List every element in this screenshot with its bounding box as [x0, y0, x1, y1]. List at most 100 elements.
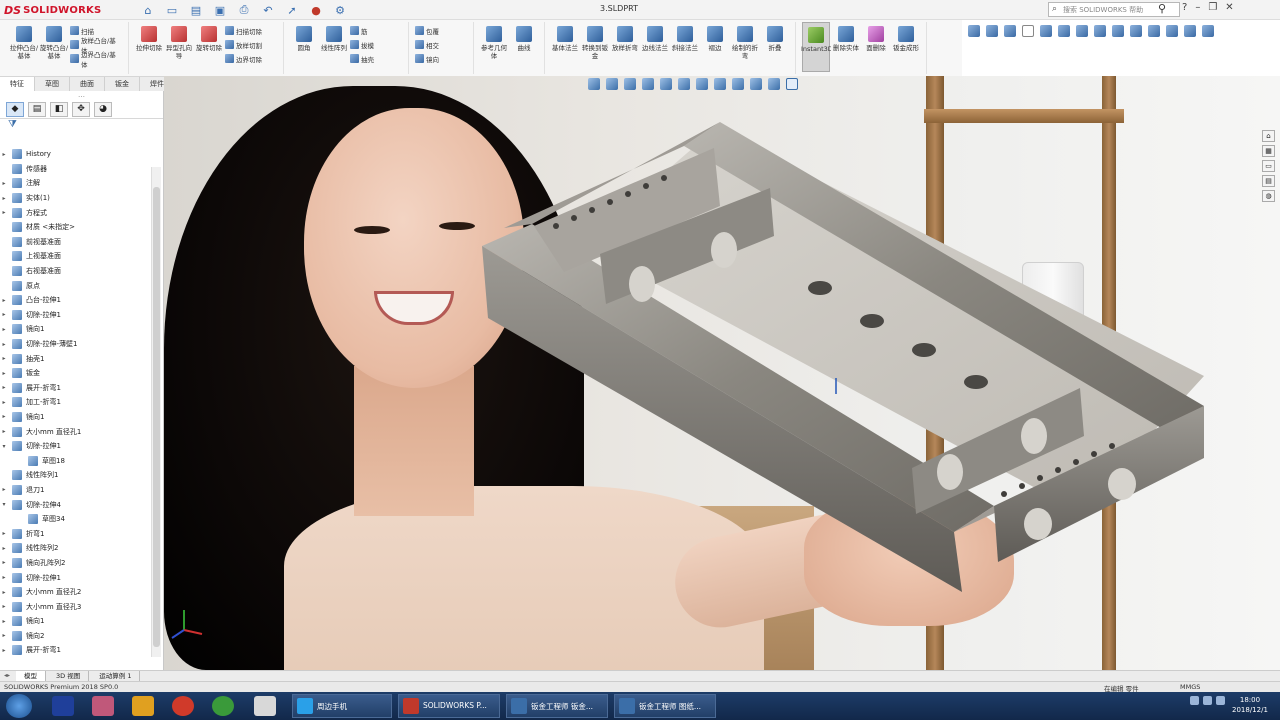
feature-tree-item[interactable]: ▸ 注解 — [0, 176, 150, 191]
ribbon-button[interactable]: 旋转切除 — [195, 22, 223, 52]
ribbon-small-button[interactable]: 筋 — [350, 25, 402, 36]
feature-tree-item[interactable]: ▸ 退刀1 — [0, 483, 150, 498]
feature-tree-item[interactable]: ▸ 镜向2 — [0, 629, 150, 644]
graphics-area[interactable] — [164, 76, 1280, 670]
feature-tree-item[interactable]: 传感器 — [0, 162, 150, 177]
view-settings-icon[interactable] — [768, 78, 780, 90]
expand-toggle-icon[interactable]: ▸ — [0, 545, 8, 552]
panel-grip[interactable]: … — [0, 91, 163, 101]
apply-scene-icon[interactable] — [750, 78, 762, 90]
taskbar-task-button[interactable]: SOLIDWORKS P... — [398, 694, 500, 718]
view-tool-icon[interactable] — [968, 25, 980, 37]
feature-tree-item[interactable]: ▸ 镜向1 — [0, 614, 150, 629]
expand-toggle-icon[interactable]: ▸ — [0, 413, 8, 420]
feature-tree-item[interactable]: 前视基准面 — [0, 235, 150, 250]
save-icon[interactable]: ▣ — [210, 2, 230, 18]
feature-tree-item[interactable]: ▸ 钣金 — [0, 366, 150, 381]
feature-tree-item[interactable]: ▸ History — [0, 147, 150, 162]
feature-tree-item[interactable]: ▸ 折弯1 — [0, 526, 150, 541]
expand-toggle-icon[interactable]: ▸ — [0, 530, 8, 537]
ribbon-small-button[interactable]: 抽壳 — [350, 53, 402, 64]
feature-tree-item[interactable]: 草图34 — [0, 512, 150, 527]
section-view-icon[interactable] — [642, 78, 654, 90]
ribbon-small-button[interactable]: 边界凸台/基体 — [70, 51, 122, 69]
feature-tree-item[interactable]: ▸ 切除-拉伸-薄壁1 — [0, 337, 150, 352]
taskbar-task-button[interactable]: 周边手机 — [292, 694, 392, 718]
ribbon-button[interactable]: Instant3D — [801, 22, 831, 72]
expand-toggle-icon[interactable]: ▸ — [0, 151, 8, 158]
display-manager-tab-icon[interactable]: ◕ — [94, 102, 112, 117]
view-tool-icon[interactable] — [1148, 25, 1160, 37]
ribbon-button[interactable]: 拉伸切除 — [135, 22, 163, 52]
tray-icon[interactable] — [1203, 696, 1212, 705]
feature-tree-item[interactable]: 材质 <未指定> — [0, 220, 150, 235]
view-orientation-icon[interactable] — [678, 78, 690, 90]
feature-tree-item[interactable]: ▸ 加工-折弯1 — [0, 395, 150, 410]
options-icon[interactable]: ⚙ — [330, 2, 350, 18]
appearances-icon[interactable]: ◍ — [1262, 190, 1275, 202]
feature-tree-item[interactable]: ▸ 镜向孔阵列2 — [0, 556, 150, 571]
zoom-area-icon[interactable] — [606, 78, 618, 90]
ribbon-button[interactable]: 钣金成形 — [892, 22, 920, 52]
ribbon-small-button[interactable]: 镜向 — [415, 53, 467, 64]
feature-tree-item[interactable]: ▸ 凸台-拉伸1 — [0, 293, 150, 308]
ribbon-button[interactable]: 绘制的折弯 — [731, 22, 759, 60]
feature-tree-item[interactable]: ▸ 大小mm 直径孔1 — [0, 424, 150, 439]
ribbon-button[interactable]: 斜接法兰 — [671, 22, 699, 52]
expand-toggle-icon[interactable]: ▸ — [0, 311, 8, 318]
feature-tree-item[interactable]: ▸ 切除-拉伸1 — [0, 570, 150, 585]
expand-toggle-icon[interactable]: ▸ — [0, 589, 8, 596]
ribbon-small-button[interactable]: 边界切除 — [225, 53, 277, 64]
app-pinned-icon[interactable] — [132, 696, 154, 716]
command-tab[interactable]: 钣金 — [105, 77, 140, 92]
feature-tree-item[interactable]: ▸ 方程式 — [0, 205, 150, 220]
ribbon-button[interactable]: 线性阵列 — [320, 22, 348, 52]
feature-tree-item[interactable]: ▸ 抽壳1 — [0, 351, 150, 366]
ribbon-small-button[interactable]: 包覆 — [415, 25, 467, 36]
edit-appearance-icon[interactable] — [732, 78, 744, 90]
model-tab[interactable]: 模型 — [16, 671, 47, 681]
feature-tree-item[interactable]: 右视基准面 — [0, 264, 150, 279]
minimize-icon[interactable]: – — [1195, 2, 1200, 13]
expand-toggle-icon[interactable]: ▸ — [0, 341, 8, 348]
expand-toggle-icon[interactable]: ▸ — [0, 297, 8, 304]
help-icon[interactable]: ? — [1182, 2, 1187, 13]
open-icon[interactable]: ▤ — [186, 2, 206, 18]
rebuild-icon[interactable]: ● — [306, 2, 326, 18]
record-icon[interactable] — [172, 696, 194, 716]
expand-toggle-icon[interactable]: ▸ — [0, 618, 8, 625]
status-units[interactable]: MMGS — [1180, 683, 1200, 691]
command-tab[interactable]: 特征 — [0, 77, 35, 92]
ribbon-button[interactable]: 褶边 — [701, 22, 729, 52]
feature-tree-item[interactable]: ▸ 镜向1 — [0, 322, 150, 337]
ribbon-button[interactable]: 基体法兰 — [551, 22, 579, 52]
view-tool-icon[interactable] — [1202, 25, 1214, 37]
home-icon[interactable]: ⌂ — [1262, 130, 1275, 142]
restore-icon[interactable]: ❐ — [1208, 2, 1217, 13]
view-tool-icon[interactable] — [1058, 25, 1070, 37]
property-manager-tab-icon[interactable]: ▤ — [28, 102, 46, 117]
search-icon[interactable]: ⚲ — [1158, 2, 1166, 15]
tab-scroll-arrows[interactable]: ◂▸ — [0, 671, 14, 681]
ribbon-button[interactable]: 拉伸凸台/基体 — [10, 22, 38, 60]
filter-icon[interactable]: ⧩ — [0, 119, 163, 131]
ribbon-button[interactable]: 异型孔向导 — [165, 22, 193, 60]
ribbon-button[interactable]: 删除实体 — [832, 22, 860, 52]
view-tool-icon[interactable] — [1040, 25, 1052, 37]
expand-toggle-icon[interactable]: ▸ — [0, 370, 8, 377]
ribbon-button[interactable]: 转换到钣金 — [581, 22, 609, 60]
expand-toggle-icon[interactable]: ▸ — [0, 384, 8, 391]
view-tool-icon[interactable] — [986, 25, 998, 37]
model-tab[interactable]: 运动算例 1 — [91, 671, 141, 681]
scrollbar-thumb[interactable] — [153, 187, 160, 647]
hide-show-icon[interactable] — [714, 78, 726, 90]
feature-tree-item[interactable]: 草图18 — [0, 453, 150, 468]
feature-tree-item[interactable]: ▸ 实体(1) — [0, 191, 150, 206]
print-icon[interactable]: ⎙ — [234, 2, 254, 18]
view-tool-icon[interactable] — [1076, 25, 1088, 37]
feature-tree-item[interactable]: ▾ 切除-拉伸4 — [0, 497, 150, 512]
dynamic-annotation-icon[interactable] — [660, 78, 672, 90]
expand-toggle-icon[interactable]: ▸ — [0, 399, 8, 406]
expand-toggle-icon[interactable]: ▸ — [0, 647, 8, 654]
dimxpert-manager-tab-icon[interactable]: ✥ — [72, 102, 90, 117]
